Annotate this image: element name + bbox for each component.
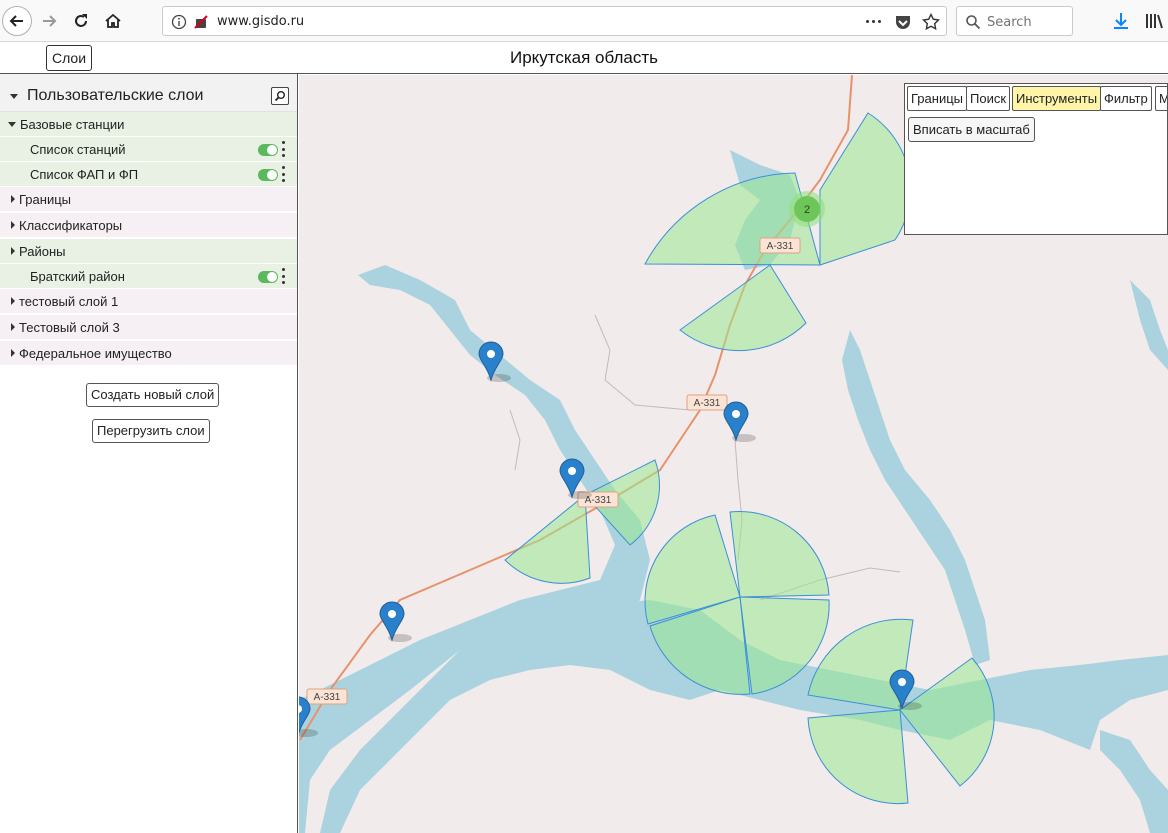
reload-icon [75,14,87,27]
road-label: А-331 [767,241,794,252]
layer-visibility-toggle[interactable] [258,144,278,156]
layer-label: Районы [19,244,66,259]
layer-item-bratsk-district[interactable]: Братский район [0,264,297,289]
tab-search[interactable]: Поиск [966,86,1011,111]
bookmark-star-icon[interactable] [922,13,940,31]
reload-button[interactable] [66,6,96,36]
url-text: www.gisdo.ru [217,14,305,29]
collapsed-arrow-icon [11,349,15,357]
panel-header[interactable]: Пользовательские слои [0,74,297,112]
app-header: Иркутская область Слои [0,42,1168,74]
more-menu-icon[interactable] [282,141,286,157]
collapsed-arrow-icon [11,323,15,331]
layers-panel: Пользовательские слои Базовые станции Сп… [0,74,298,833]
home-icon [105,13,121,28]
coverage-sector [679,264,807,352]
collapsed-arrow-icon [11,297,15,305]
library-icon [1146,14,1163,29]
map-pin-dot [732,410,740,418]
layers-button[interactable]: Слои [46,45,93,71]
fit-to-scale-button[interactable]: Вписать в масштаб [908,117,1035,142]
panel-title: Пользовательские слои [27,87,204,104]
layer-group-test-1[interactable]: тестовый слой 1 [0,289,297,314]
expanded-arrow-icon [8,122,16,127]
layer-label: Границы [19,192,71,207]
layer-label: Федеральное имущество [19,346,172,361]
coverage-sector [899,657,995,787]
layer-group-classifiers[interactable]: Классификаторы [0,213,297,238]
browser-toolbar: www.gisdo.ru Search [0,0,1168,42]
layer-label: Базовые станции [20,117,125,132]
reload-layers-button[interactable]: Перегрузить слои [92,419,210,443]
layer-group-base-stations[interactable]: Базовые станции [0,112,297,137]
coverage-sector [504,493,591,584]
river-far-right [1130,280,1168,370]
download-button[interactable] [1113,11,1129,31]
create-layer-button[interactable]: Создать новый слой [86,383,220,407]
layer-label: Братский район [30,269,125,284]
layer-group-test-3[interactable]: Тестовый слой 3 [0,315,297,340]
river-right [842,330,990,665]
search-bar[interactable]: Search [956,6,1073,36]
map-pin-dot [388,610,396,618]
more-menu-icon[interactable] [282,268,286,284]
coverage-sector [807,709,909,805]
tab-filter[interactable]: Фильтр [1100,86,1152,111]
more-menu-icon[interactable] [282,166,286,182]
river-left-arm [299,265,650,833]
map-pin-dot [568,467,576,475]
back-icon [9,15,23,27]
home-button[interactable] [98,6,128,36]
coverage-sector [819,112,912,266]
page-actions-icon[interactable] [866,20,881,23]
forward-icon [43,15,57,27]
layer-group-borders[interactable]: Границы [0,187,297,212]
library-button[interactable] [1145,11,1167,31]
collapsed-arrow-icon [11,247,15,255]
page-title: Иркутская область [509,48,659,67]
tab-tools[interactable]: Инструменты [1012,86,1102,111]
download-icon [1114,13,1128,29]
coverage-sector [729,511,830,598]
search-icon [966,15,981,30]
collapsed-arrow-icon [11,195,15,203]
tab-borders[interactable]: Границы [907,86,967,111]
layer-item-fap[interactable]: Список ФАП и ФП [0,162,297,187]
info-icon[interactable] [171,14,187,30]
map-pin-dot [898,678,906,686]
layer-label: Тестовый слой 3 [19,320,120,335]
road-label: А-331 [314,692,341,703]
layer-search-button[interactable] [271,87,289,105]
road-label: А-331 [694,398,721,409]
search-placeholder: Search [987,15,1032,30]
layer-visibility-toggle[interactable] [258,271,278,283]
collapsed-arrow-icon [11,221,15,229]
layer-item-stations[interactable]: Список станций [0,137,297,162]
layer-label: тестовый слой 1 [19,294,119,309]
back-button[interactable] [2,6,32,36]
layer-label: Список станций [30,142,126,157]
search-icon [274,91,285,102]
layer-label: Список ФАП и ФП [30,167,139,182]
layer-visibility-toggle[interactable] [258,169,278,181]
cluster-count: 2 [804,204,810,216]
river-bottom-right [1100,730,1168,833]
collapse-arrow-icon[interactable] [10,94,18,99]
tab-more[interactable]: М [1155,86,1167,111]
tracking-blocked-icon[interactable] [193,14,209,30]
layer-group-federal-property[interactable]: Федеральное имущество [0,341,297,366]
url-bar[interactable]: www.gisdo.ru [162,6,947,36]
layer-label: Классификаторы [19,218,123,233]
map-pin-dot [487,350,495,358]
layer-group-districts[interactable]: Районы [0,239,297,264]
tools-panel: Границы Поиск Инструменты Фильтр М Вписа… [904,83,1168,235]
pocket-icon[interactable] [894,13,912,31]
forward-button[interactable] [34,6,64,36]
